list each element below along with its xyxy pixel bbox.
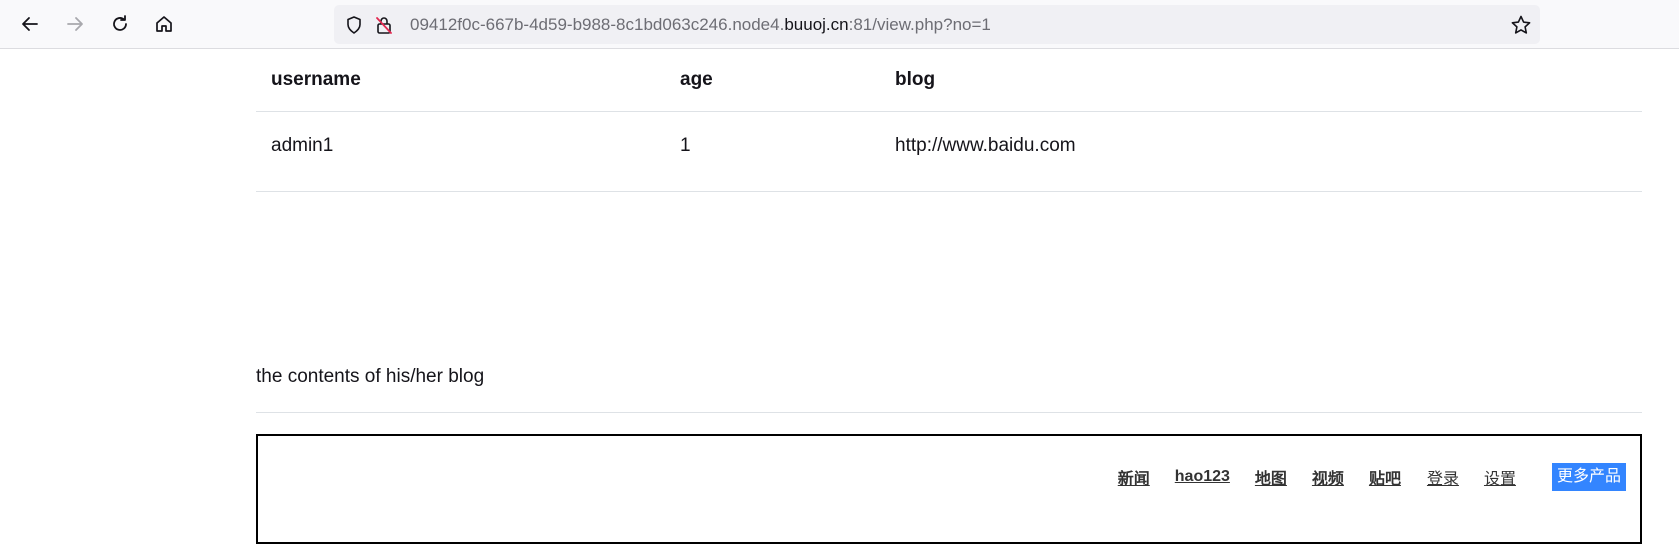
reload-icon: [113, 15, 127, 31]
nav-link-hao123[interactable]: hao123: [1175, 468, 1230, 486]
cell-username: admin1: [256, 111, 665, 192]
forward-button[interactable]: [60, 9, 90, 39]
header-blog: blog: [880, 49, 1642, 112]
url-prefix: 09412f0c-667b-4d59-b988-8c1bd063c246.nod…: [410, 15, 785, 34]
arrow-left-icon: [22, 17, 38, 31]
cell-age: 1: [665, 111, 880, 192]
divider: [256, 412, 1642, 413]
header-username: username: [256, 49, 665, 112]
user-table: username age blog admin1 1 http://www.ba…: [256, 49, 1642, 192]
login-link[interactable]: 登录: [1427, 465, 1459, 489]
url-bar[interactable]: 09412f0c-667b-4d59-b988-8c1bd063c246.nod…: [334, 5, 1540, 44]
nav-link-video[interactable]: 视频: [1312, 465, 1344, 489]
baidu-top-nav: 新闻 hao123 地图 视频 贴吧 登录 设置 更多产品: [1093, 463, 1626, 491]
reload-button[interactable]: [105, 9, 135, 39]
blog-caption: the contents of his/her blog: [256, 366, 485, 387]
cell-blog: http://www.baidu.com: [880, 111, 1642, 192]
nav-link-map[interactable]: 地图: [1255, 465, 1287, 489]
header-age: age: [665, 49, 880, 112]
nav-link-tieba[interactable]: 贴吧: [1369, 465, 1401, 489]
browser-toolbar: 09412f0c-667b-4d59-b988-8c1bd063c246.nod…: [0, 0, 1679, 49]
shield-icon[interactable]: [344, 15, 364, 35]
url-host: buuoj.cn: [784, 15, 849, 34]
settings-link[interactable]: 设置: [1484, 465, 1516, 489]
bookmark-star-icon[interactable]: [1510, 14, 1532, 36]
url-text[interactable]: 09412f0c-667b-4d59-b988-8c1bd063c246.nod…: [410, 5, 991, 44]
insecure-lock-icon[interactable]: [374, 15, 394, 35]
home-button[interactable]: [149, 9, 179, 39]
arrow-right-icon: [67, 17, 83, 31]
home-icon: [156, 16, 172, 32]
page-content: username age blog admin1 1 http://www.ba…: [256, 49, 1642, 192]
table-row: admin1 1 http://www.baidu.com: [256, 111, 1642, 192]
table-header-row: username age blog: [256, 49, 1642, 112]
nav-link-news[interactable]: 新闻: [1118, 465, 1150, 489]
more-products-button[interactable]: 更多产品: [1551, 463, 1626, 491]
url-suffix: :81/view.php?no=1: [848, 15, 991, 34]
back-button[interactable]: [15, 9, 45, 39]
blog-iframe[interactable]: 新闻 hao123 地图 视频 贴吧 登录 设置 更多产品: [256, 434, 1642, 544]
